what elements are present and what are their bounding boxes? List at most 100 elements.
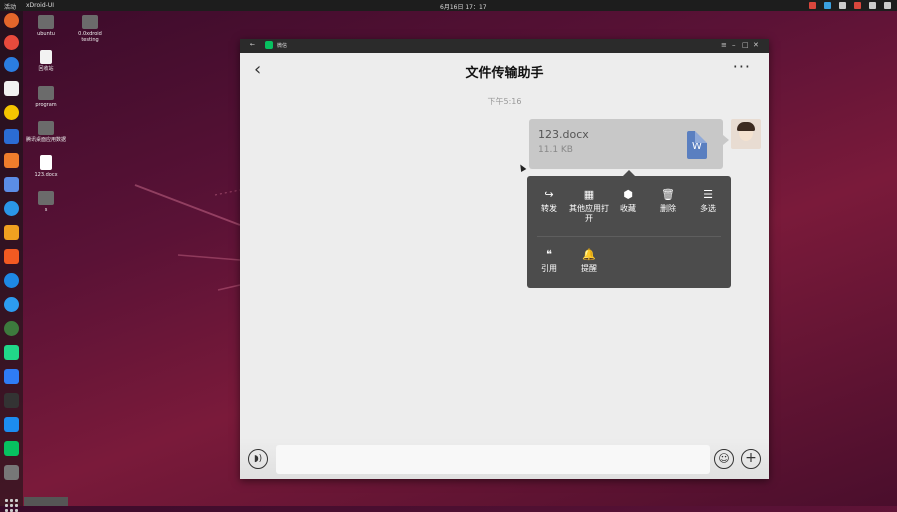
forward-icon: ↪ xyxy=(544,188,554,201)
tray-settings-icon[interactable] xyxy=(839,2,846,9)
music-icon[interactable] xyxy=(4,105,19,120)
clock[interactable]: 6月16日 17：17 xyxy=(440,2,487,11)
menu-item-label: 其他应用打开 xyxy=(569,204,609,223)
desktop-icon-label: 腾讯桌面应用数据 xyxy=(26,137,67,143)
menu-item-remind[interactable]: 🔔 提醒 xyxy=(569,248,609,274)
wps-icon[interactable] xyxy=(4,369,19,384)
menu-icon[interactable]: ≡ xyxy=(721,41,727,49)
tray-notification-icon[interactable] xyxy=(854,2,861,9)
file-size: 11.1 KB xyxy=(538,145,573,155)
desktop-icon-label: ubuntu xyxy=(37,31,55,37)
desktop-icon-docx[interactable]: 123.docx xyxy=(26,155,66,178)
message-input[interactable] xyxy=(276,445,710,474)
sublime-icon[interactable] xyxy=(4,249,19,264)
mail-icon[interactable] xyxy=(4,57,19,72)
menu-item-open-with[interactable]: ▦ 其他应用打开 xyxy=(569,188,609,224)
feishu-icon[interactable] xyxy=(4,201,19,216)
menu-item-label: 引用 xyxy=(541,264,557,273)
usb-drive-icon[interactable] xyxy=(4,465,19,480)
document-icon xyxy=(40,155,52,170)
chat-input-bar: ◗) ☺ + xyxy=(240,438,769,479)
desktop-icon-label: program xyxy=(35,102,57,108)
firefox-icon[interactable] xyxy=(4,13,19,28)
folder-icon xyxy=(38,15,54,29)
bubble-tail xyxy=(723,135,729,145)
xdroid-icon[interactable] xyxy=(4,225,19,240)
baidu-netdisk-icon[interactable] xyxy=(4,297,19,312)
file-name: 123.docx xyxy=(538,128,589,141)
desktop-icon-ubuntu[interactable]: ubuntu xyxy=(26,15,66,37)
apps-icon: ▦ xyxy=(583,188,595,201)
multiselect-icon: ☰ xyxy=(703,188,713,201)
pycharm-icon[interactable] xyxy=(4,345,19,360)
writer-icon[interactable] xyxy=(4,129,19,144)
word-document-icon: W xyxy=(687,131,707,159)
desktop-icon-program[interactable]: program xyxy=(26,86,66,108)
wechat-window: ← 微信 ≡ – □ ✕ ‹ 文件传输助手 ··· 下午5:16 123.doc… xyxy=(240,39,769,479)
chrome-icon[interactable] xyxy=(4,35,19,50)
desktop-icon-trash[interactable]: 回收站 xyxy=(26,50,66,72)
menu-item-delete[interactable]: 🗑 删除 xyxy=(648,188,688,214)
screenshot-icon[interactable] xyxy=(4,177,19,192)
tray-power-icon[interactable] xyxy=(884,2,891,9)
system-top-bar: 活动 xDroid-UI 6月16日 17：17 xyxy=(0,0,897,11)
message-context-menu: ↪ 转发 ▦ 其他应用打开 ⬢ 收藏 🗑 删除 ☰ 多选 ❝ 引用 🔔 提醒 xyxy=(527,176,731,288)
menu-item-label: 收藏 xyxy=(620,204,636,213)
activities-button[interactable]: 活动 xyxy=(4,2,16,11)
file-message-bubble[interactable]: 123.docx 11.1 KB W xyxy=(529,119,723,169)
menu-item-favorite[interactable]: ⬢ 收藏 xyxy=(608,188,648,214)
desktop-icon-s[interactable]: s xyxy=(26,191,66,213)
wechat-dock-icon[interactable] xyxy=(4,441,19,456)
menu-item-quote[interactable]: ❝ 引用 xyxy=(529,248,569,274)
quote-icon: ❝ xyxy=(546,248,552,261)
tray-volume-icon[interactable] xyxy=(869,2,876,9)
browser-icon[interactable] xyxy=(4,321,19,336)
chat-header: ‹ 文件传输助手 ··· xyxy=(240,53,769,87)
maximize-icon[interactable]: □ xyxy=(742,41,749,49)
minimize-icon[interactable]: – xyxy=(732,41,736,49)
menu-item-forward[interactable]: ↪ 转发 xyxy=(529,188,569,214)
message-timestamp: 下午5:16 xyxy=(487,97,522,106)
more-actions-plus-icon[interactable]: + xyxy=(741,449,761,469)
chat-title: 文件传输助手 xyxy=(465,66,544,81)
titlebar-back-icon[interactable]: ← xyxy=(250,41,255,48)
tray-network-icon[interactable] xyxy=(824,2,831,9)
menu-item-multiselect[interactable]: ☰ 多选 xyxy=(688,188,728,214)
app-menu[interactable]: xDroid-UI xyxy=(26,2,54,9)
folder-icon xyxy=(38,121,54,135)
menu-divider xyxy=(537,236,721,237)
avatar[interactable] xyxy=(731,119,761,149)
tray-app-icon[interactable] xyxy=(809,2,816,9)
desktop-icon-label: 123.docx xyxy=(34,172,58,178)
dock xyxy=(0,11,23,512)
window-app-name: 微信 xyxy=(277,43,288,49)
menu-item-label: 提醒 xyxy=(581,264,597,273)
uget-icon[interactable] xyxy=(4,417,19,432)
trash-icon xyxy=(40,50,52,64)
favorite-icon: ⬢ xyxy=(623,188,633,201)
close-icon[interactable]: ✕ xyxy=(753,41,759,49)
terminal-icon[interactable] xyxy=(4,393,19,408)
emoji-icon[interactable]: ☺ xyxy=(714,449,734,469)
system-tray xyxy=(809,2,891,9)
avatar-hair xyxy=(737,122,755,131)
folder-icon xyxy=(82,15,98,29)
folder-icon xyxy=(38,86,54,100)
desktop-icon-testing[interactable]: 0.0xdroid testing xyxy=(70,15,110,43)
wechat-logo-icon xyxy=(265,41,273,49)
word-icon-letter: W xyxy=(692,141,702,152)
bell-icon: 🔔 xyxy=(582,248,596,261)
desktop-icon-label: 回收站 xyxy=(38,66,54,72)
desktop-icon-label: 0.0xdroid testing xyxy=(78,31,102,43)
bottom-taskbar-indicator xyxy=(24,497,68,506)
more-options-icon[interactable]: ··· xyxy=(733,57,751,76)
folder-icon xyxy=(38,191,54,205)
voice-input-icon[interactable]: ◗) xyxy=(248,449,268,469)
menu-item-label: 多选 xyxy=(700,204,716,213)
files-icon[interactable] xyxy=(4,81,19,96)
window-titlebar[interactable]: ← 微信 ≡ – □ ✕ xyxy=(240,39,769,53)
mouse-cursor xyxy=(517,162,527,173)
software-center-icon[interactable] xyxy=(4,153,19,168)
teamviewer-icon[interactable] xyxy=(4,273,19,288)
desktop-icon-tencent-data[interactable]: 腾讯桌面应用数据 xyxy=(26,121,66,143)
